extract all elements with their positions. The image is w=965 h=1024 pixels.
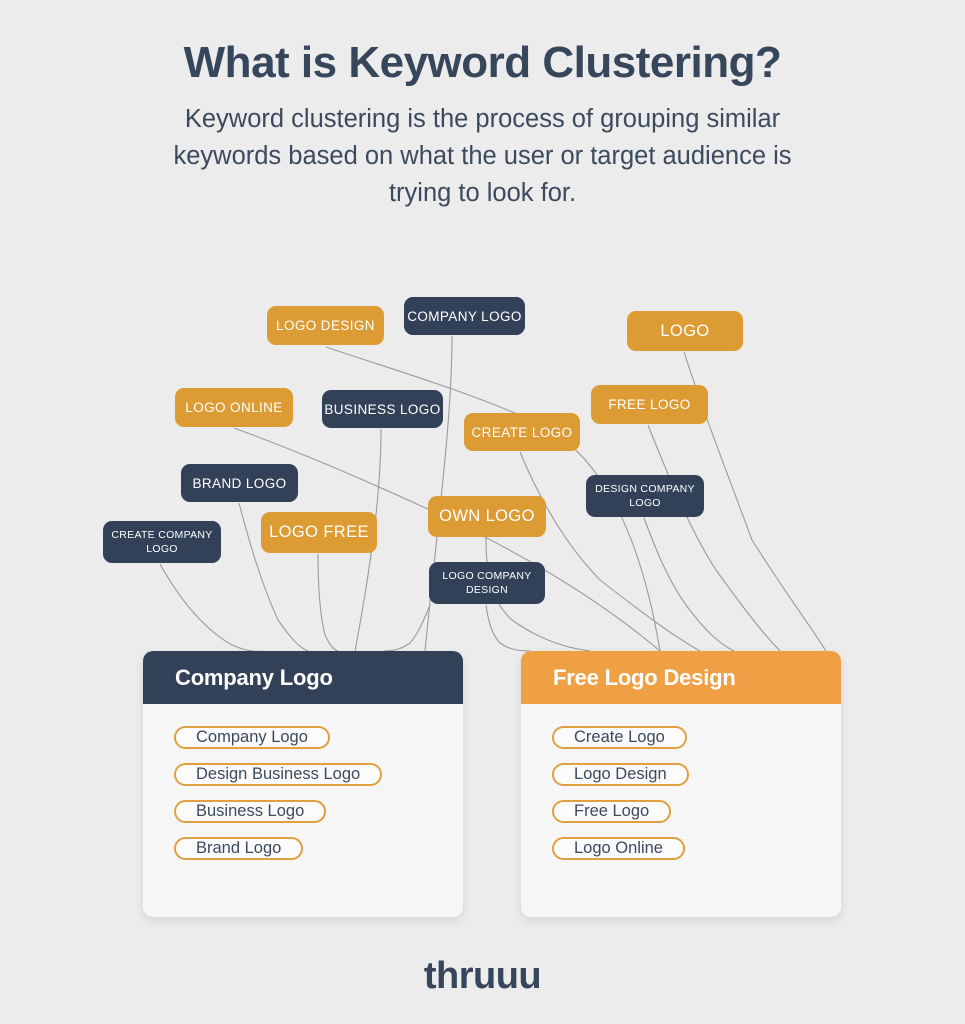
keyword-bubble[interactable]: DESIGN COMPANY LOGO xyxy=(586,475,704,517)
cluster-keyword-pill[interactable]: Design Business Logo xyxy=(174,763,383,786)
keyword-bubble[interactable]: LOGO FREE xyxy=(261,512,377,553)
cluster-keyword-pill[interactable]: Free Logo xyxy=(552,800,672,823)
keyword-bubble[interactable]: LOGO DESIGN xyxy=(267,306,384,345)
keyword-bubble[interactable]: CREATE COMPANY LOGO xyxy=(103,521,221,563)
keyword-bubble[interactable]: CREATE LOGO xyxy=(464,413,580,451)
cluster-keyword-pill[interactable]: Logo Online xyxy=(552,837,685,860)
keyword-bubble[interactable]: COMPANY LOGO xyxy=(404,297,525,335)
cluster-card: Company Logo Company Logo Design Business … xyxy=(143,651,463,917)
connector-line xyxy=(485,604,531,652)
keyword-bubble[interactable]: LOGO xyxy=(627,311,743,351)
keyword-bubble[interactable]: BUSINESS LOGO xyxy=(322,390,443,428)
header-block: What is Keyword Clustering? Keyword clus… xyxy=(0,0,965,211)
keyword-bubble[interactable]: FREE LOGO xyxy=(591,385,708,424)
connector-line xyxy=(647,424,781,652)
connector-line xyxy=(317,553,339,652)
cluster-card-title: Free Logo Design xyxy=(521,651,841,704)
keyword-bubble[interactable]: BRAND LOGO xyxy=(181,464,298,502)
cluster-card-title: Company Logo xyxy=(143,651,463,704)
brand-logo-thruuu: thruuu xyxy=(423,955,542,997)
keyword-bubble[interactable]: LOGO ONLINE xyxy=(175,388,293,427)
keyword-bubble[interactable]: LOGO COMPANY DESIGN xyxy=(429,562,545,604)
cluster-keyword-pill[interactable]: Create Logo xyxy=(552,726,687,749)
page-title: What is Keyword Clustering? xyxy=(183,38,782,87)
footer-block: thruuu xyxy=(0,955,965,998)
cluster-keyword-pill[interactable]: Brand Logo xyxy=(174,837,304,860)
cluster-card: Free Logo Design Create Logo Logo Design Fr… xyxy=(521,651,841,917)
cluster-keyword-pill[interactable]: Business Logo xyxy=(174,800,327,823)
connector-line xyxy=(159,563,265,653)
cluster-keyword-pill[interactable]: Logo Design xyxy=(552,763,689,786)
connector-line xyxy=(643,517,735,652)
cluster-keyword-list: Create Logo Logo Design Free Logo Logo Onli… xyxy=(521,704,841,908)
keyword-bubble[interactable]: OWN LOGO xyxy=(428,496,546,537)
cluster-keyword-pill[interactable]: Company Logo xyxy=(174,726,330,749)
cluster-keyword-list: Company Logo Design Business Logo Business… xyxy=(143,704,463,908)
page-subtitle: Keyword clustering is the process of gro… xyxy=(173,105,792,207)
infographic-canvas: What is Keyword Clustering? Keyword clus… xyxy=(0,0,965,1024)
connector-line xyxy=(383,604,431,652)
